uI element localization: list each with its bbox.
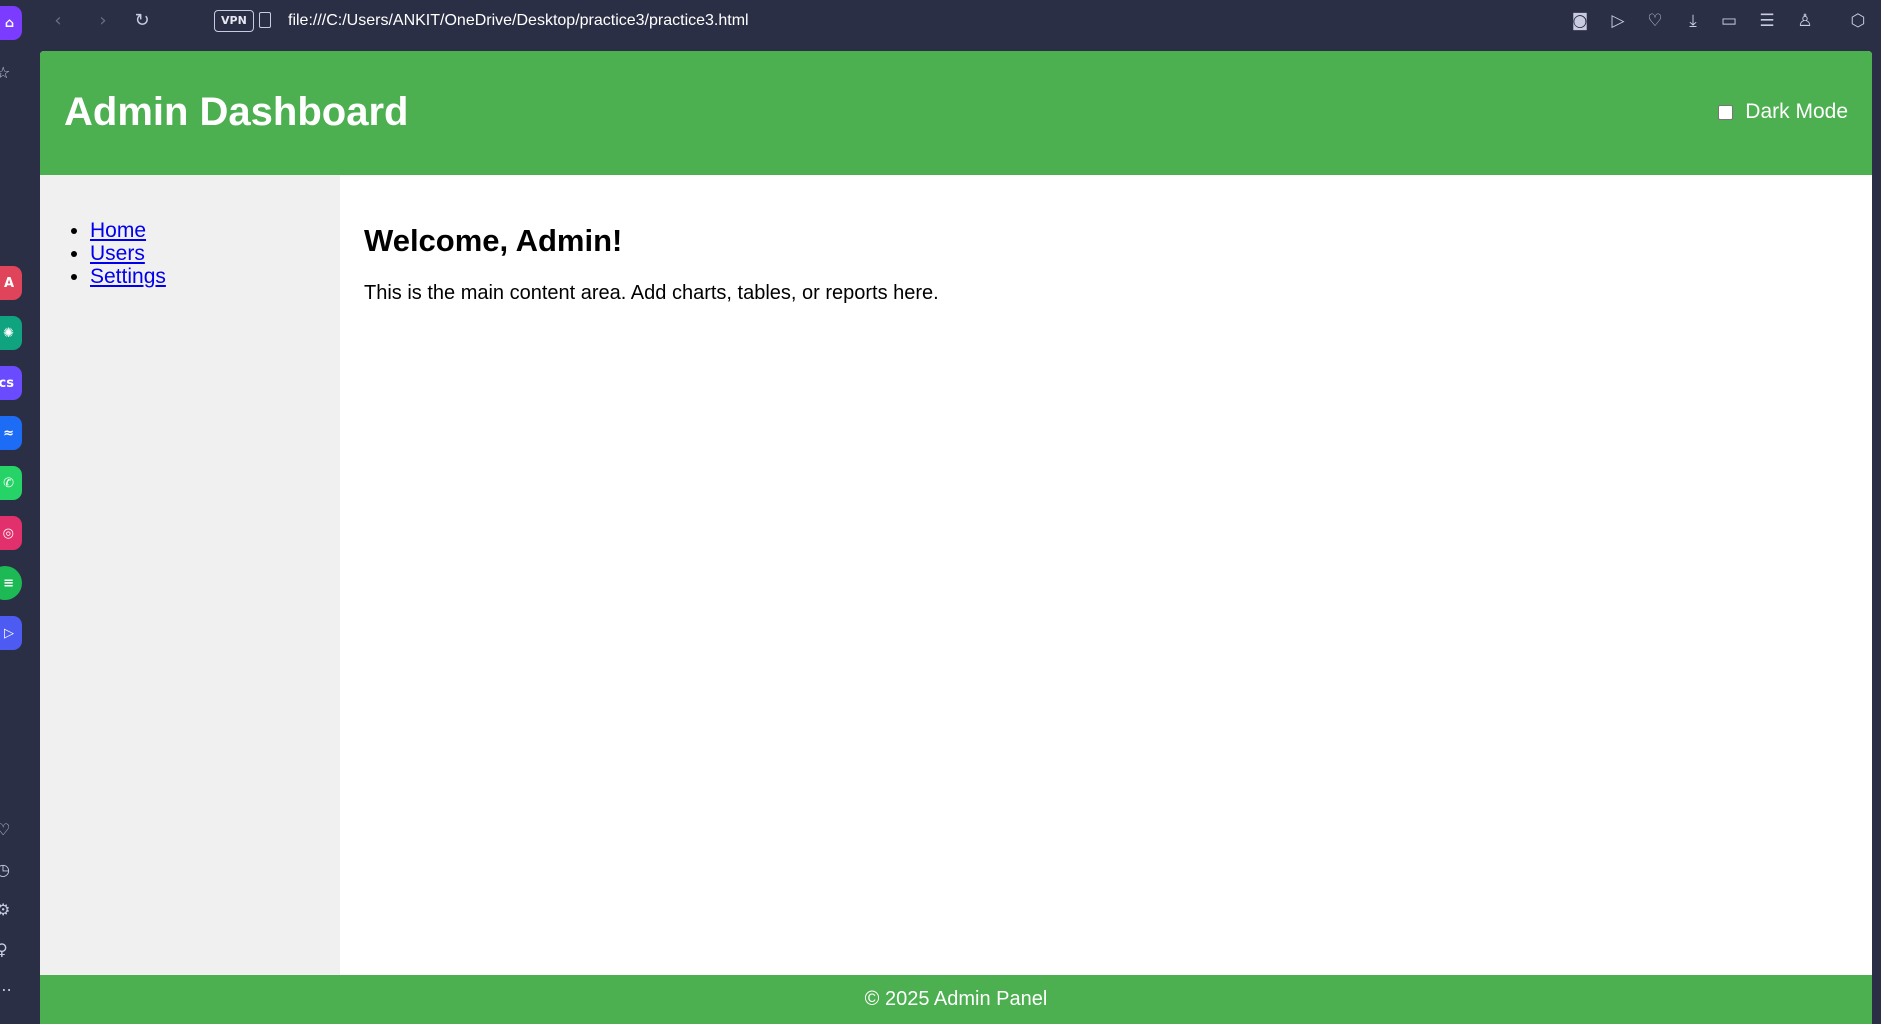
heart-icon[interactable]: ♡ <box>1643 9 1667 33</box>
browser-toolbar: ‹ › ↻ VPN file:///C:/Users/ANKIT/OneDriv… <box>38 0 1833 42</box>
reload-icon[interactable]: ↻ <box>128 7 156 35</box>
dark-mode-checkbox[interactable] <box>1718 104 1734 120</box>
site-footer: © 2025 Admin Panel <box>40 975 1872 1024</box>
menu-icon[interactable]: ☰ <box>1755 9 1779 33</box>
heart-icon[interactable]: ♡ <box>0 820 16 840</box>
main-content: Welcome, Admin! This is the main content… <box>340 175 1872 975</box>
star-icon[interactable]: ☆ <box>0 63 16 83</box>
play-icon[interactable]: ▷ <box>1606 9 1630 33</box>
sidebar-link-users[interactable]: Users <box>90 242 145 265</box>
browser-sidebar: ⌂ ☆ A ✺ cs ≈ ✆ ◎ ≡ ▷ ♡ ◷ ⚙ ♀ ⋯ <box>0 0 38 1024</box>
account-icon[interactable]: ♙ <box>1793 9 1817 33</box>
main-description: This is the main content area. Add chart… <box>364 282 939 304</box>
chatgpt-icon[interactable]: ✺ <box>0 316 22 350</box>
web-page: Admin Dashboard Dark Mode Home Users Set… <box>40 51 1872 1024</box>
address-bar[interactable]: file:///C:/Users/ANKIT/OneDrive/Desktop/… <box>288 11 749 31</box>
chevron-right-icon[interactable]: › <box>89 7 117 35</box>
sidebar-item-users: Users <box>90 242 166 265</box>
sidebar: Home Users Settings <box>40 175 340 975</box>
sidebar-item-settings: Settings <box>90 265 166 288</box>
box-icon[interactable]: ⬡ <box>1846 9 1870 33</box>
sidebar-link-settings[interactable]: Settings <box>90 265 166 288</box>
aria-icon[interactable]: A <box>0 266 22 300</box>
sidebar-item-home: Home <box>90 219 166 242</box>
settings-icon[interactable]: ⚙ <box>0 900 16 920</box>
dark-mode-toggle[interactable]: Dark Mode <box>1718 99 1848 125</box>
extensions-area: ⬡ <box>1840 0 1881 42</box>
camera-icon[interactable]: ◙ <box>1568 9 1592 33</box>
sidebar-nav-list: Home Users Settings <box>90 219 166 288</box>
history-icon[interactable]: ◷ <box>0 860 16 880</box>
download-icon[interactable]: ⤓ <box>1681 9 1705 33</box>
more-icon[interactable]: ⋯ <box>0 980 16 1000</box>
page-title: Admin Dashboard <box>64 90 409 134</box>
player-icon[interactable]: ▷ <box>0 616 22 650</box>
battery-icon[interactable]: ▭ <box>1717 9 1741 33</box>
home-icon[interactable]: ⌂ <box>0 6 22 40</box>
file-icon <box>259 12 271 28</box>
sidebar-link-home[interactable]: Home <box>90 219 146 242</box>
site-header: Admin Dashboard Dark Mode <box>40 51 1872 175</box>
spotify-icon[interactable]: ≡ <box>0 566 22 600</box>
whatsapp-icon[interactable]: ✆ <box>0 466 22 500</box>
instagram-icon[interactable]: ◎ <box>0 516 22 550</box>
dark-mode-label: Dark Mode <box>1745 100 1848 123</box>
welcome-heading: Welcome, Admin! <box>364 223 623 258</box>
chevron-left-icon[interactable]: ‹ <box>44 7 72 35</box>
vpn-badge[interactable]: VPN <box>214 10 254 32</box>
lightbulb-icon[interactable]: ♀ <box>0 940 16 960</box>
ai-app-icon[interactable]: cs <box>0 366 22 400</box>
messenger-icon[interactable]: ≈ <box>0 416 22 450</box>
